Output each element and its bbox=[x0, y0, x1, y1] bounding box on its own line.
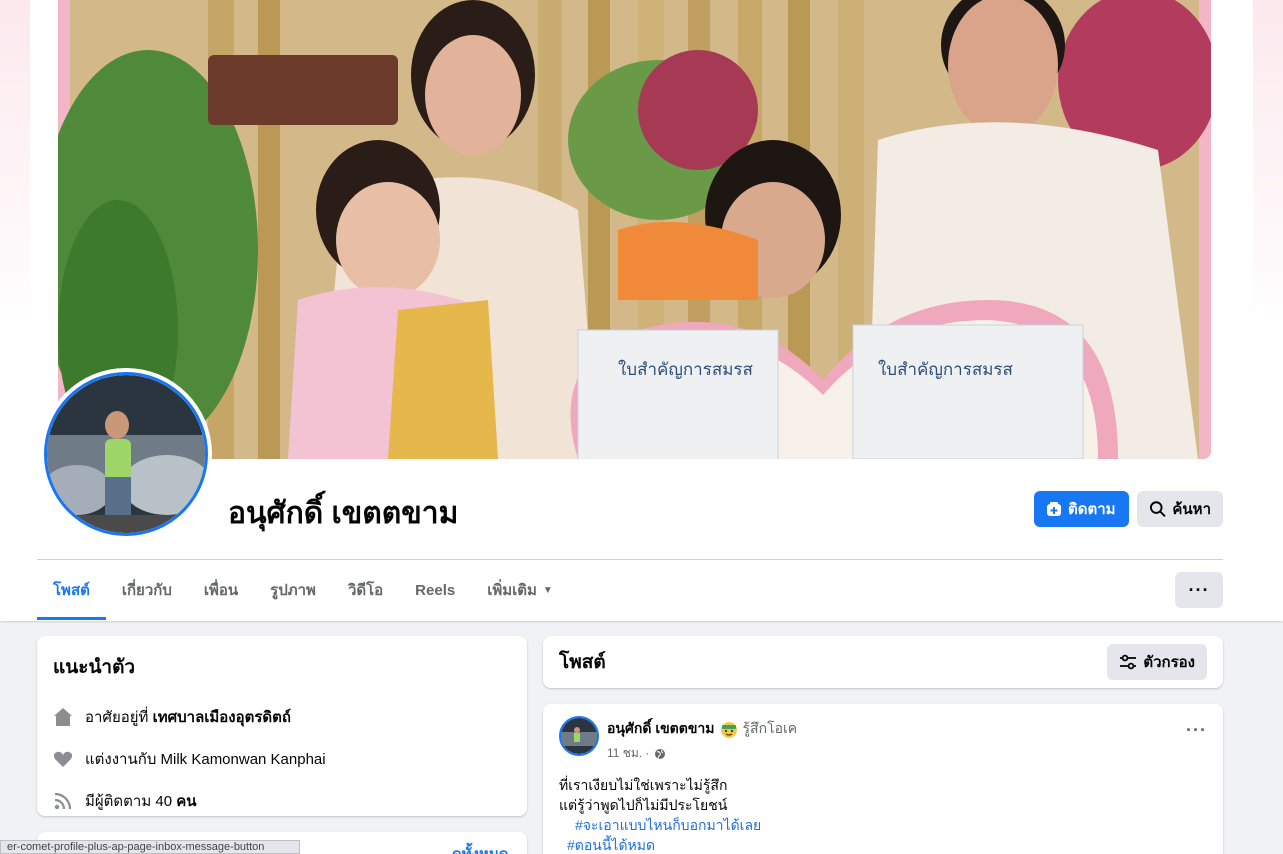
tab-videos-label: วิดีโอ bbox=[347, 582, 384, 599]
tab-photos[interactable]: รูปภาพ bbox=[254, 560, 332, 620]
tab-about-label: เกี่ยวกับ bbox=[121, 582, 172, 599]
follow-label: ติดตาม bbox=[1068, 501, 1116, 518]
filter-label: ตัวกรอง bbox=[1143, 654, 1195, 671]
search-button[interactable]: ค้นหา bbox=[1137, 491, 1223, 527]
post-body: ที่เราเงียบไม่ใช่เพราะไม่รู้สึก แต่รู้ว่… bbox=[559, 775, 1207, 854]
cover-certificate-left: ใบสำคัญการสมรส bbox=[618, 359, 754, 380]
profile-header: ใบสำคัญการสมรส ใบสำคัญการสมรส อนุศักดิ์ … bbox=[0, 0, 1283, 621]
intro-married-prefix: แต่งงานกับ bbox=[85, 751, 157, 768]
profile-tabs: โพสต์ เกี่ยวกับ เพื่อน รูปภาพ วิดีโอ Ree… bbox=[37, 560, 569, 620]
cover-certificate-right: ใบสำคัญการสมรส bbox=[878, 359, 1014, 380]
tab-about[interactable]: เกี่ยวกับ bbox=[106, 560, 188, 620]
tab-reels-label: Reels bbox=[415, 581, 456, 599]
filter-icon bbox=[1120, 654, 1137, 670]
intro-title: แนะนำตัว bbox=[53, 657, 136, 678]
intro-married: แต่งงานกับ Milk Kamonwan Kanphai bbox=[53, 738, 511, 780]
avatar-image bbox=[47, 375, 205, 533]
cover-photo-image: ใบสำคัญการสมรส ใบสำคัญการสมรส bbox=[58, 0, 1211, 459]
tab-friends[interactable]: เพื่อน bbox=[188, 560, 254, 620]
search-label: ค้นหา bbox=[1172, 501, 1211, 518]
cover-photo[interactable]: ใบสำคัญการสมรส ใบสำคัญการสมรส bbox=[58, 0, 1211, 459]
rss-icon bbox=[53, 791, 73, 811]
feeling-emoji-icon bbox=[720, 722, 737, 738]
tab-photos-label: รูปภาพ bbox=[270, 582, 316, 599]
post-more-button[interactable]: ··· bbox=[1186, 720, 1207, 741]
post-feeling: รู้สึกโอเค bbox=[742, 720, 798, 736]
intro-card: แนะนำตัว อาศัยอยู่ที่ เทศบาลเมืองอุตรดิต… bbox=[37, 636, 527, 816]
intro-lives-prefix: อาศัยอยู่ที่ bbox=[85, 709, 149, 726]
profile-name: อนุศักดิ์ เขตตขาม bbox=[228, 497, 459, 530]
post-avatar[interactable] bbox=[559, 716, 599, 756]
see-all-link[interactable]: ดูทั้งหมด bbox=[452, 842, 508, 854]
post-line-1: ที่เราเงียบไม่ใช่เพราะไม่รู้สึก bbox=[559, 777, 728, 793]
heart-icon bbox=[53, 749, 73, 769]
tab-videos[interactable]: วิดีโอ bbox=[332, 560, 399, 620]
post-time-line: 11 ชม. · bbox=[607, 744, 1178, 763]
post-header: อนุศักดิ์ เขตตขาม รู้สึกโอเค 11 ชม. · ··… bbox=[559, 716, 1207, 763]
posts-title: โพสต์ bbox=[559, 652, 606, 673]
intro-lives-in: อาศัยอยู่ที่ เทศบาลเมืองอุตรดิตถ์ bbox=[53, 696, 511, 738]
tab-more-label: เพิ่มเติม bbox=[487, 582, 537, 599]
globe-icon bbox=[654, 748, 665, 759]
intro-married-text: แต่งงานกับ Milk Kamonwan Kanphai bbox=[85, 747, 326, 771]
search-icon bbox=[1149, 501, 1166, 517]
post-author-line: อนุศักดิ์ เขตตขาม รู้สึกโอเค bbox=[607, 718, 1178, 740]
post-hashtag-1[interactable]: #จะเอาแบบไหนก็บอกมาได้เลย bbox=[559, 815, 1207, 835]
intro-followers-suffix: คน bbox=[176, 793, 197, 810]
post-time[interactable]: 11 ชม. · bbox=[607, 744, 650, 763]
intro-followers-prefix: มีผู้ติดตาม bbox=[85, 793, 152, 810]
home-icon bbox=[53, 707, 73, 727]
intro-lives-place[interactable]: เทศบาลเมืองอุตรดิตถ์ bbox=[153, 709, 291, 726]
follow-button[interactable]: ติดตาม bbox=[1034, 491, 1129, 527]
posts-header-card: โพสต์ ตัวกรอง bbox=[543, 636, 1223, 688]
status-tooltip: er-comet-profile-plus-ap-page-inbox-mess… bbox=[0, 840, 300, 854]
post-line-2: แต่รู้ว่าพูดไปก็ไม่มีประโยชน์ bbox=[559, 797, 728, 813]
profile-more-button[interactable]: ··· bbox=[1175, 572, 1223, 608]
chevron-down-icon: ▼ bbox=[542, 584, 553, 596]
cover-right-edge bbox=[1253, 0, 1283, 340]
post-card: อนุศักดิ์ เขตตขาม รู้สึกโอเค 11 ชม. · ··… bbox=[543, 704, 1223, 854]
post-hashtag-2[interactable]: #ตอนนี้ได้หมด bbox=[559, 835, 1207, 854]
profile-avatar[interactable] bbox=[40, 368, 212, 540]
tab-posts-label: โพสต์ bbox=[53, 582, 90, 599]
intro-married-to[interactable]: Milk Kamonwan Kanphai bbox=[161, 751, 326, 768]
cover-left-edge bbox=[0, 0, 30, 340]
post-meta: อนุศักดิ์ เขตตขาม รู้สึกโอเค 11 ชม. · bbox=[607, 716, 1178, 763]
intro-followers-text[interactable]: มีผู้ติดตาม 40 คน bbox=[85, 789, 197, 813]
follow-icon bbox=[1047, 502, 1061, 516]
post-author[interactable]: อนุศักดิ์ เขตตขาม bbox=[607, 718, 715, 740]
tab-posts[interactable]: โพสต์ bbox=[37, 560, 106, 620]
intro-followers: มีผู้ติดตาม 40 คน bbox=[53, 780, 511, 822]
tab-reels[interactable]: Reels bbox=[399, 560, 471, 620]
tab-friends-label: เพื่อน bbox=[203, 582, 239, 599]
intro-lives-text: อาศัยอยู่ที่ เทศบาลเมืองอุตรดิตถ์ bbox=[85, 705, 291, 729]
filter-button[interactable]: ตัวกรอง bbox=[1107, 644, 1207, 680]
intro-followers-count: 40 bbox=[155, 793, 173, 810]
tab-more[interactable]: เพิ่มเติม ▼ bbox=[471, 560, 569, 620]
